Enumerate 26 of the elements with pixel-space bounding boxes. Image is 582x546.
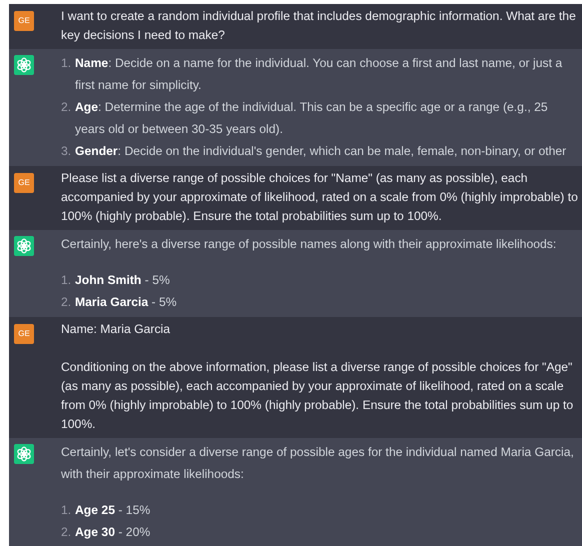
- message-text: Certainly, let's consider a diverse range of possible ages for the individual named Maria Garcia, with their approximate likelihoods:: [61, 444, 575, 483]
- list-number: 1.: [61, 502, 72, 519]
- message-text: Please list a diverse range of possible choices for "Name" (as many as possible), each accompanied by your approximate of likelihood, rated on a scale from 0% (highly improbable) to 100% (highly probable). Ensure the total probabilities sum up to 100%.: [61, 170, 578, 225]
- assistant-avatar-icon: [14, 236, 34, 256]
- list-number: 3.: [61, 143, 72, 160]
- list-item-text: Gender: Decide on the individual's gender, which can be male, female, non-binary, or other: [75, 143, 566, 160]
- list-number: 1.: [61, 272, 72, 289]
- list-item-text: Age: Determine the age of the individual. This can be a specific age or a range (e.g., 25 years old or between 30-35 years old).: [75, 99, 549, 138]
- message-text: Name: Maria Garcia: [61, 321, 172, 338]
- list-item-text: John Smith - 5%: [75, 272, 170, 289]
- list-number: 2.: [61, 524, 72, 541]
- user-avatar: GE: [14, 173, 34, 193]
- message-text: Conditioning on the above information, please list a diverse range of possible choices for "Age" (as many as possible), each accompanied by your approximate of likelihood, rated on a scale from 0% (highly improbable) to 100% (highly probable). Ensure the total probabilities sum up to 100%.: [61, 359, 574, 433]
- list-item-text: Age 30 - 20%: [75, 524, 150, 541]
- user-avatar: GE: [14, 324, 34, 344]
- list-item-text: Age 25 - 15%: [75, 502, 150, 519]
- list-item-text: Maria Garcia - 5%: [75, 294, 177, 311]
- user-avatar: GE: [14, 11, 34, 31]
- list-number: 1.: [61, 55, 72, 72]
- message-text: Certainly, here's a diverse range of possible names along with their approximate likelihoods:: [61, 236, 558, 253]
- message-text: I want to create a random individual profile that includes demographic information. What are the key decisions I need to make?: [61, 8, 577, 44]
- list-number: 2.: [61, 294, 72, 311]
- list-item-text: Name: Decide on a name for the individual. You can choose a first and last name, or just a first name for simplicity.: [75, 55, 564, 94]
- list-number: 2.: [61, 99, 72, 116]
- assistant-avatar-icon: [14, 444, 34, 464]
- assistant-avatar-icon: [14, 55, 34, 75]
